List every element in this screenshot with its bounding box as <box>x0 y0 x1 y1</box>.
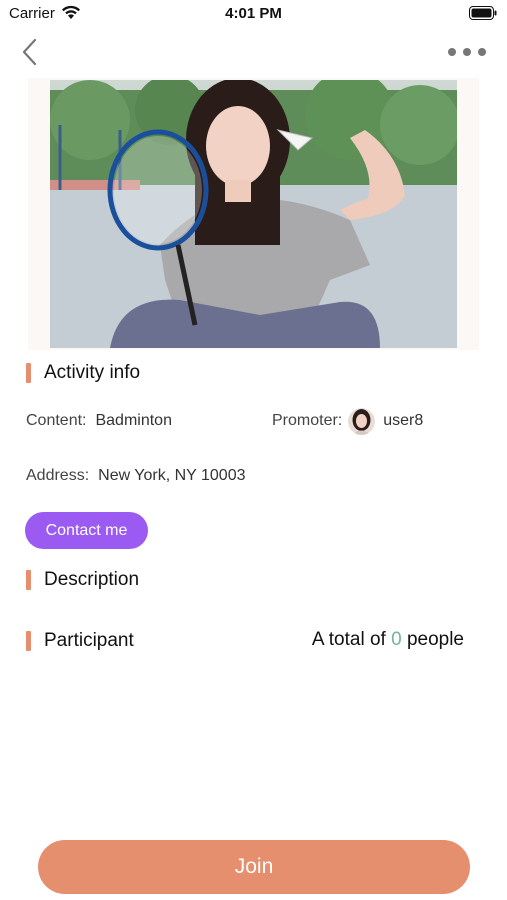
section-marker <box>26 631 31 651</box>
address-value: New York, NY 10003 <box>98 467 246 484</box>
promoter-name: user8 <box>383 412 424 429</box>
participant-total: A total of 0 people <box>312 629 464 651</box>
section-title: Activity info <box>44 362 141 383</box>
battery-icon <box>469 6 497 20</box>
participant-header: Participant <box>26 629 134 653</box>
total-prefix: A total of <box>311 629 386 650</box>
promoter-row: Promoter: user8 <box>272 407 423 435</box>
section-title: Description <box>44 569 140 590</box>
nav-bar <box>0 30 507 74</box>
content-label: Content: <box>26 412 87 429</box>
section-marker <box>26 363 31 383</box>
join-button[interactable]: Join <box>38 840 470 894</box>
chevron-left-icon <box>22 38 37 66</box>
section-marker <box>26 570 31 590</box>
avatar[interactable] <box>348 407 376 435</box>
address-label: Address: <box>26 467 90 484</box>
content-row: Content: Badminton <box>26 412 172 430</box>
activity-info-header: Activity info <box>26 361 140 385</box>
activity-photo <box>50 80 457 348</box>
participant-count: 0 <box>391 629 402 650</box>
activity-photo-frame <box>28 78 479 350</box>
ellipsis-icon <box>448 48 486 56</box>
promoter-label: Promoter: <box>272 412 343 429</box>
status-time: 4:01 PM <box>225 5 282 22</box>
section-title: Participant <box>44 630 134 651</box>
address-row: Address: New York, NY 10003 <box>26 467 246 485</box>
contact-me-button[interactable]: Contact me <box>25 512 148 549</box>
back-button[interactable] <box>16 36 44 68</box>
description-header: Description <box>26 568 139 592</box>
total-suffix: people <box>406 629 464 650</box>
more-button[interactable] <box>447 42 487 62</box>
content-value: Badminton <box>95 412 172 429</box>
status-bar: Carrier 4:01 PM <box>0 0 507 28</box>
